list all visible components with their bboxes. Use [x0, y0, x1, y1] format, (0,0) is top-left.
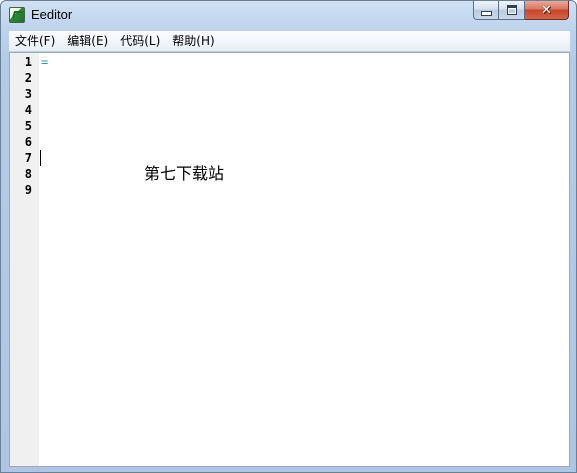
- window-controls: ✕: [473, 1, 569, 21]
- line-number: 8: [24, 167, 32, 181]
- menu-code[interactable]: 代码(L): [114, 31, 166, 51]
- maximize-button[interactable]: [499, 1, 525, 20]
- line-number: 3: [24, 87, 32, 101]
- menu-help[interactable]: 帮助(H): [166, 31, 220, 51]
- code-line[interactable]: =: [41, 54, 48, 70]
- maximize-icon: [506, 5, 517, 15]
- menu-bar: 文件(F) 编辑(E) 代码(L) 帮助(H): [9, 31, 570, 52]
- line-number-gutter: 1 2 3 4 5 6 7 8 9: [10, 53, 39, 466]
- line-number: 6: [24, 135, 32, 149]
- line-number: 9: [24, 183, 32, 197]
- line-number: 4: [24, 103, 32, 117]
- line-number: 2: [24, 71, 32, 85]
- line-number: 7: [24, 151, 32, 165]
- close-icon: ✕: [541, 2, 552, 18]
- minimize-button[interactable]: [473, 1, 499, 20]
- window-title: Eeditor: [31, 7, 73, 22]
- app-icon[interactable]: [9, 7, 25, 23]
- menu-file[interactable]: 文件(F): [9, 31, 61, 51]
- line-number: 1: [24, 55, 32, 69]
- watermark-text: 第七下载站: [144, 164, 225, 183]
- window-bottom-border[interactable]: [1, 467, 576, 472]
- line-number: 5: [24, 119, 32, 133]
- menu-edit[interactable]: 编辑(E): [61, 31, 114, 51]
- close-button[interactable]: ✕: [525, 1, 569, 20]
- title-bar[interactable]: Eeditor ✕: [1, 1, 576, 31]
- text-caret: [40, 150, 41, 166]
- editor-window: Eeditor ✕ 文件(F) 编辑(E) 代码(L) 帮助(H) 1 2 3 …: [0, 0, 577, 473]
- code-editor[interactable]: 1 2 3 4 5 6 7 8 9 = 第七下载站: [9, 52, 570, 467]
- minimize-icon: [480, 10, 492, 16]
